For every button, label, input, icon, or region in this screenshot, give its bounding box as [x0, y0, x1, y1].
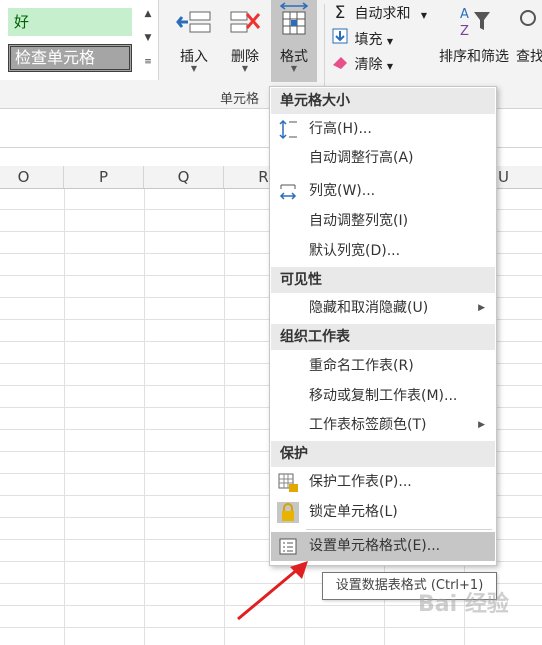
menu-item-label: 重命名工作表(R) — [309, 358, 414, 374]
section-visibility: 可见性 — [271, 267, 495, 293]
menu-item-default-width[interactable]: 默认列宽(D)... — [271, 237, 495, 266]
find-icon — [520, 10, 536, 26]
style-good[interactable]: 好 — [8, 8, 132, 36]
chevron-down-icon: ▼ — [190, 64, 198, 73]
autosum-label: 自动求和 — [354, 6, 411, 22]
column-header-o[interactable]: O — [0, 166, 64, 188]
menu-item-label: 移动或复制工作表(M)... — [309, 388, 458, 404]
menu-item-label: 行高(H)... — [309, 121, 372, 137]
section-protection: 保护 — [271, 441, 495, 467]
row-height-icon — [279, 119, 297, 140]
chevron-down-icon: ▼ — [241, 64, 249, 73]
sort-filter-button[interactable]: A Z 排序和筛选 — [434, 0, 514, 82]
cell-styles-gallery: 好 检查单元格 ▲ ▼ ≡ — [0, 0, 159, 80]
menu-item-tab-color[interactable]: 工作表标签颜色(T) ▶ — [271, 411, 495, 440]
column-width-icon — [279, 184, 297, 200]
fill-down-icon — [330, 28, 350, 51]
gallery-up-icon[interactable]: ▲ — [140, 2, 156, 26]
autosum-button[interactable]: Σ 自动求和 ▼ — [330, 2, 427, 24]
insert-button[interactable]: 插入 ▼ — [170, 0, 218, 82]
submenu-arrow-icon: ▶ — [478, 420, 485, 430]
svg-text:Z: Z — [460, 24, 469, 38]
gallery-more-icon[interactable]: ≡ — [140, 50, 156, 74]
find-button[interactable]: 查找 — [516, 0, 542, 82]
format-cells-icon — [279, 538, 297, 555]
gallery-down-icon[interactable]: ▼ — [140, 26, 156, 50]
lock-icon — [277, 502, 299, 523]
gallery-scroll[interactable]: ▲ ▼ ≡ — [140, 2, 156, 76]
menu-item-row-height[interactable]: 行高(H)... — [271, 115, 495, 144]
menu-item-column-width[interactable]: 列宽(W)... — [271, 177, 495, 206]
cells-group-label: 单元格 — [220, 92, 260, 107]
menu-item-autofit-column[interactable]: 自动调整列宽(I) — [271, 207, 495, 236]
protect-sheet-icon — [278, 473, 298, 492]
watermark: Bai 经验 — [418, 592, 509, 617]
menu-item-label: 保护工作表(P)... — [309, 474, 412, 490]
menu-item-label: 默认列宽(D)... — [309, 243, 401, 259]
menu-item-label: 工作表标签颜色(T) — [309, 417, 427, 433]
chevron-down-icon: ▼ — [290, 64, 298, 73]
chevron-down-icon: ▼ — [386, 37, 394, 46]
sort-filter-label: 排序和筛选 — [439, 49, 509, 65]
fill-label: 填充 — [354, 32, 383, 48]
delete-label: 删除 — [231, 49, 259, 65]
menu-item-label: 锁定单元格(L) — [309, 504, 398, 520]
chevron-down-icon: ▼ — [386, 62, 394, 71]
sigma-icon: Σ — [334, 3, 346, 23]
style-check-cell[interactable]: 检查单元格 — [8, 44, 132, 72]
fill-button[interactable]: 填充 ▼ — [330, 28, 393, 50]
annotation-arrow — [237, 561, 308, 621]
format-button[interactable]: 格式 ▼ — [271, 0, 317, 82]
eraser-icon — [330, 54, 350, 76]
delete-icon — [230, 11, 261, 33]
menu-item-rename-sheet[interactable]: 重命名工作表(R) — [271, 352, 495, 381]
menu-item-label: 自动调整列宽(I) — [309, 213, 409, 229]
column-header-q[interactable]: Q — [144, 166, 224, 188]
delete-button[interactable]: 删除 ▼ — [222, 0, 268, 82]
menu-item-label: 列宽(W)... — [309, 183, 376, 199]
menu-item-label: 设置单元格格式(E)... — [309, 538, 441, 554]
menu-item-protect-sheet[interactable]: 保护工作表(P)... — [271, 468, 495, 497]
chevron-down-icon: ▼ — [420, 11, 428, 20]
format-menu: 单元格大小 行高(H)... 自动调整行高(A) 列宽(W)... 自动调整列宽… — [269, 86, 497, 566]
menu-item-label: 自动调整行高(A) — [309, 150, 414, 166]
menu-item-hide-unhide[interactable]: 隐藏和取消隐藏(U) ▶ — [271, 294, 495, 323]
sort-filter-icon: A Z — [460, 7, 490, 39]
insert-icon — [176, 11, 211, 33]
insert-label: 插入 — [180, 49, 208, 65]
menu-separator — [306, 529, 492, 530]
submenu-arrow-icon: ▶ — [478, 303, 485, 313]
section-cell-size: 单元格大小 — [271, 88, 495, 114]
menu-item-lock-cell[interactable]: 锁定单元格(L) — [271, 498, 495, 527]
svg-text:A: A — [460, 7, 469, 22]
find-label: 查找 — [516, 49, 542, 65]
menu-item-move-copy-sheet[interactable]: 移动或复制工作表(M)... — [271, 382, 495, 411]
section-organize: 组织工作表 — [271, 324, 495, 350]
column-header-p[interactable]: P — [64, 166, 144, 188]
clear-label: 清除 — [354, 57, 383, 73]
format-icon — [279, 2, 309, 35]
format-label: 格式 — [280, 49, 308, 65]
menu-item-label: 隐藏和取消隐藏(U) — [309, 300, 429, 316]
menu-item-autofit-row[interactable]: 自动调整行高(A) — [271, 144, 495, 173]
clear-button[interactable]: 清除 ▼ — [330, 54, 393, 76]
